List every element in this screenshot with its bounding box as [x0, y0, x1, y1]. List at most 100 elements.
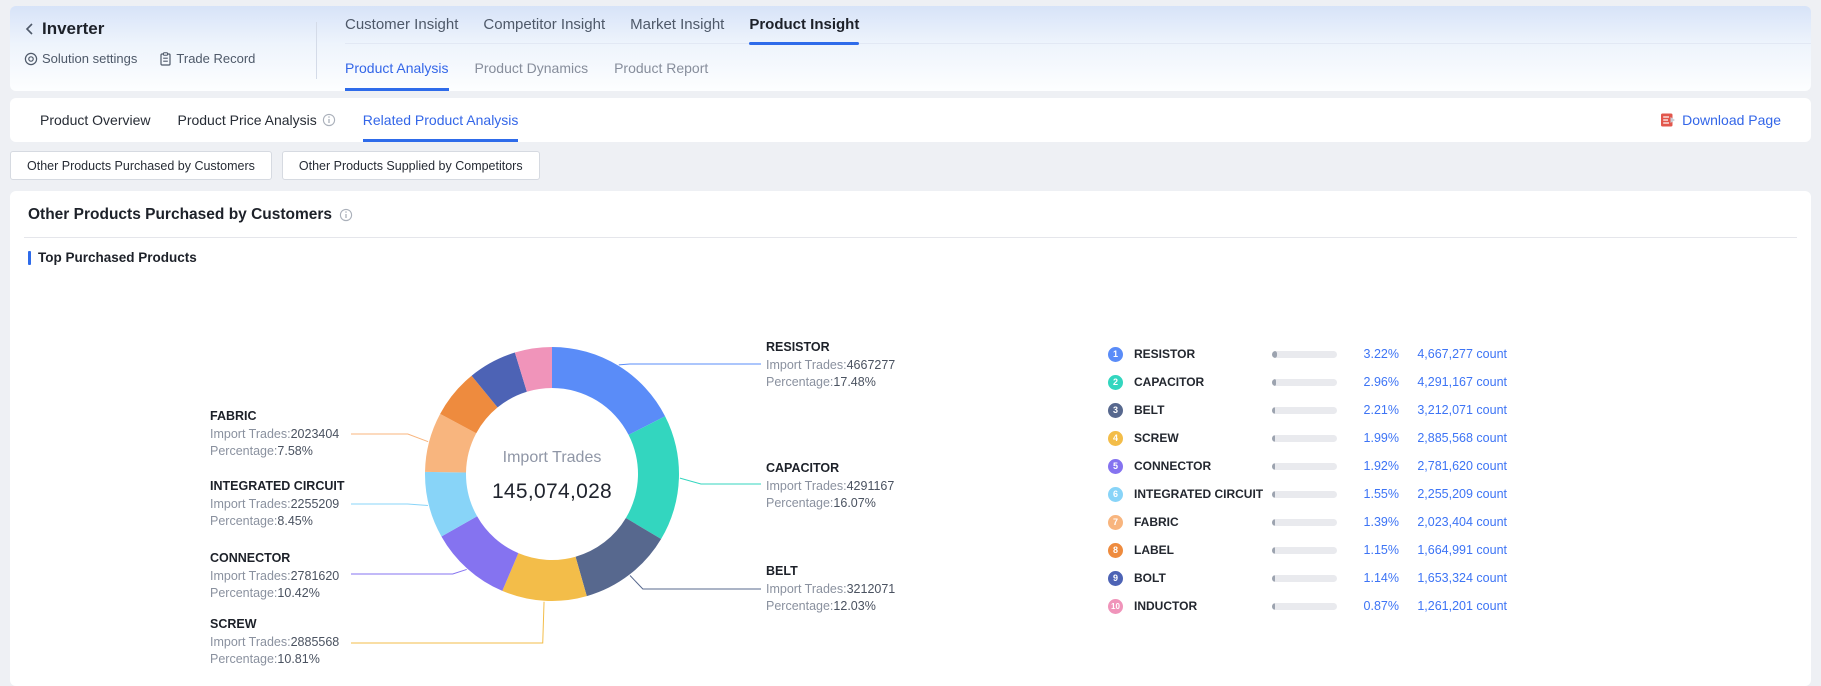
legend-row-resistor[interactable]: 1RESISTOR3.22%4,667,277 count — [1108, 340, 1507, 368]
trade-record-link[interactable]: Trade Record — [159, 51, 255, 66]
share-progress-bar — [1272, 379, 1337, 386]
trade-record-label: Trade Record — [176, 51, 255, 66]
callout-percentage: Percentage:16.07% — [766, 495, 918, 512]
share-progress-bar — [1272, 463, 1337, 470]
rank-badge: 7 — [1108, 515, 1123, 530]
share-progress-bar — [1272, 407, 1337, 414]
share-progress-bar — [1272, 491, 1337, 498]
legend-share-pct: 1.15% — [1343, 543, 1399, 557]
rank-badge: 8 — [1108, 543, 1123, 558]
donut-callout-resistor: RESISTORImport Trades:4667277Percentage:… — [766, 340, 918, 391]
donut-center: Import Trades 145,074,028 — [452, 449, 652, 504]
download-page-label: Download Page — [1682, 112, 1781, 128]
legend-row-integrated-circuit[interactable]: 6 INTEGRATED CIRCUIT 1.55% 2,255,209 count — [1108, 480, 1507, 508]
callout-import-trades: Import Trades:4291167 — [766, 478, 918, 495]
legend-product-name: FABRIC — [1134, 515, 1266, 529]
legend-share-pct: 1.99% — [1343, 431, 1399, 445]
nav-product-overview[interactable]: Product Overview — [40, 98, 150, 142]
legend-row-label[interactable]: 8LABEL1.15%1,664,991 count — [1108, 536, 1507, 564]
solution-settings-link[interactable]: Solution settings — [24, 51, 137, 66]
callout-name: CONNECTOR — [210, 551, 362, 566]
callout-percentage: Percentage:8.45% — [210, 513, 362, 530]
filter-buttons: Other Products Purchased by Customers Ot… — [10, 151, 1811, 180]
legend-row-belt[interactable]: 3BELT2.21%3,212,071 count — [1108, 396, 1507, 424]
share-progress-bar — [1272, 603, 1337, 610]
callout-name: BELT — [766, 564, 918, 579]
callout-percentage: Percentage:7.58% — [210, 443, 362, 460]
legend-share-pct: 1.55% — [1343, 487, 1399, 501]
callout-name: RESISTOR — [766, 340, 918, 355]
legend-product-name: INTEGRATED CIRCUIT — [1134, 487, 1266, 501]
leader-line-capacitor — [680, 478, 761, 484]
leader-line-integrated-circuit — [351, 504, 428, 506]
legend-count: 1,653,324 count — [1407, 571, 1507, 585]
legend-row-screw[interactable]: 4SCREW1.99%2,885,568 count — [1108, 424, 1507, 452]
btn-other-products-supplied[interactable]: Other Products Supplied by Competitors — [282, 151, 540, 180]
tab-product-insight[interactable]: Product Insight — [749, 6, 859, 43]
donut-callout-fabric: FABRIC Import Trades:2023404Percentage:7.… — [210, 409, 362, 460]
tab-competitor-insight[interactable]: Competitor Insight — [483, 6, 605, 43]
app-header: Inverter Solution settings Trade Record … — [10, 6, 1811, 91]
callout-import-trades: Import Trades:2885568 — [210, 634, 362, 651]
callout-name: SCREW — [210, 617, 362, 632]
legend-row-bolt[interactable]: 9BOLT1.14%1,653,324 count — [1108, 564, 1507, 592]
btn-other-products-purchased[interactable]: Other Products Purchased by Customers — [10, 151, 272, 180]
subtab-product-analysis[interactable]: Product Analysis — [345, 44, 449, 91]
callout-import-trades: Import Trades:2781620 — [210, 568, 362, 585]
callout-name: CAPACITOR — [766, 461, 918, 476]
legend-share-pct: 1.92% — [1343, 459, 1399, 473]
header-left: Inverter Solution settings Trade Record — [10, 6, 316, 91]
tab-customer-insight[interactable]: Customer Insight — [345, 6, 458, 43]
donut-callout-capacitor: CAPACITOR Import Trades:4291167Percentage… — [766, 461, 918, 512]
insight-tabs-block: Customer Insight Competitor Insight Mark… — [317, 6, 1811, 91]
donut-slice-resistor[interactable] — [552, 347, 665, 435]
nav-product-price-analysis[interactable]: Product Price Analysis — [177, 98, 335, 142]
legend-share-pct: 0.87% — [1343, 599, 1399, 613]
callout-percentage: Percentage:12.03% — [766, 598, 918, 615]
callout-import-trades: Import Trades:4667277 — [766, 357, 918, 374]
callout-name: INTEGRATED CIRCUIT — [210, 479, 362, 494]
back-button[interactable] — [24, 22, 34, 36]
legend-count: 4,667,277 count — [1407, 347, 1507, 361]
legend-product-name: BOLT — [1134, 571, 1266, 585]
donut-callout-connector: CONNECTOR Import Trades:2781620Percentage… — [210, 551, 362, 602]
share-progress-bar — [1272, 435, 1337, 442]
info-icon[interactable] — [322, 113, 336, 127]
callout-percentage: Percentage:10.42% — [210, 585, 362, 602]
leader-line-resistor — [619, 364, 761, 365]
legend-count: 2,255,209 count — [1407, 487, 1507, 501]
subtab-product-dynamics[interactable]: Product Dynamics — [475, 44, 589, 91]
share-progress-bar — [1272, 547, 1337, 554]
legend-product-name: INDUCTOR — [1134, 599, 1266, 613]
tab-market-insight[interactable]: Market Insight — [630, 6, 724, 43]
insight-tabs: Customer Insight Competitor Insight Mark… — [345, 6, 1811, 44]
rank-badge: 3 — [1108, 403, 1123, 418]
legend-share-pct: 2.21% — [1343, 403, 1399, 417]
nav-related-product-analysis[interactable]: Related Product Analysis — [363, 98, 519, 142]
leader-line-fabric — [351, 434, 428, 442]
leader-line-connector — [351, 569, 467, 574]
share-progress-bar — [1272, 351, 1337, 358]
rank-badge: 4 — [1108, 431, 1123, 446]
download-page-link[interactable]: Download Page — [1660, 112, 1781, 128]
callout-import-trades: Import Trades:3212071 — [766, 581, 918, 598]
rank-badge: 5 — [1108, 459, 1123, 474]
legend-row-inductor[interactable]: 10INDUCTOR0.87%1,261,201 count — [1108, 592, 1507, 620]
donut-center-label: Import Trades — [452, 449, 652, 467]
callout-import-trades: Import Trades:2023404 — [210, 426, 362, 443]
rank-badge: 6 — [1108, 487, 1123, 502]
legend-row-capacitor[interactable]: 2CAPACITOR2.96%4,291,167 count — [1108, 368, 1507, 396]
callout-percentage: Percentage:10.81% — [210, 651, 362, 668]
legend-share-pct: 1.14% — [1343, 571, 1399, 585]
legend-row-fabric[interactable]: 7FABRIC1.39%2,023,404 count — [1108, 508, 1507, 536]
subtab-product-report[interactable]: Product Report — [614, 44, 708, 91]
callout-import-trades: Import Trades:2255209 — [210, 496, 362, 513]
legend-row-connector[interactable]: 5CONNECTOR1.92%2,781,620 count — [1108, 452, 1507, 480]
legend-count: 2,781,620 count — [1407, 459, 1507, 473]
legend-product-name: LABEL — [1134, 543, 1266, 557]
legend-count: 2,885,568 count — [1407, 431, 1507, 445]
chevron-left-icon — [24, 22, 34, 36]
callout-name: FABRIC — [210, 409, 362, 424]
leader-line-belt — [630, 575, 761, 589]
donut-callout-screw: SCREW Import Trades:2885568Percentage:10.… — [210, 617, 362, 668]
